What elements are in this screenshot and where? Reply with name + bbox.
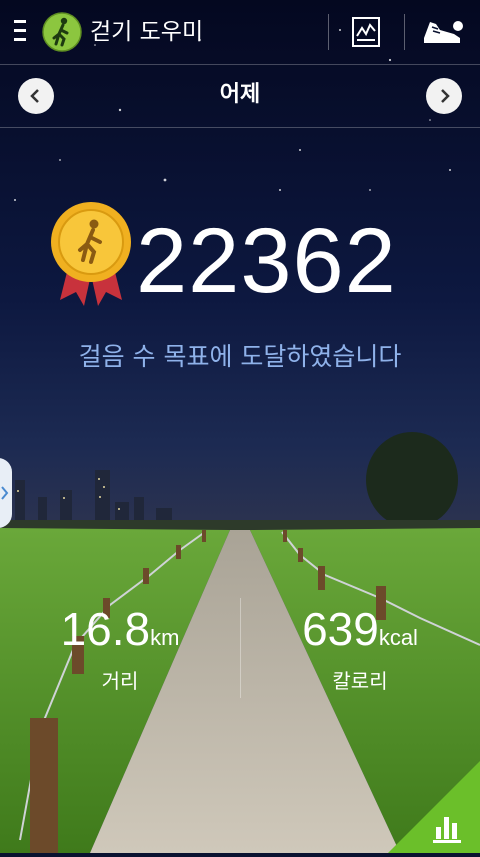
calories-label: 칼로리 <box>332 669 388 693</box>
distance-value: 16.8 <box>60 603 151 655</box>
goal-message: 걸음 수 목표에 도달하였습니다 <box>78 342 402 371</box>
gold-medal-icon <box>48 200 134 310</box>
chevron-right-icon <box>441 89 450 103</box>
step-count: 22362 <box>136 210 397 312</box>
toolbar-divider <box>328 14 329 50</box>
stats-divider <box>240 598 241 698</box>
calories-stat: 639kcal 칼로리 <box>280 602 440 695</box>
chart-button[interactable] <box>388 761 480 853</box>
menu-icon[interactable] <box>8 16 28 46</box>
sneaker-icon <box>424 21 463 43</box>
toolbar-divider <box>404 14 405 50</box>
next-day-button[interactable] <box>426 78 462 114</box>
side-drawer-handle[interactable] <box>0 458 12 528</box>
distance-unit: km <box>150 625 180 650</box>
app-title: 걷기 도우미 <box>90 19 204 45</box>
calories-value-row: 639kcal <box>280 602 440 665</box>
distance-label: 거리 <box>101 669 139 693</box>
chevron-right-icon <box>1 486 9 500</box>
app-bar: 걷기 도우미 <box>0 0 480 65</box>
report-button[interactable] <box>336 10 396 54</box>
date-navigation: 어제 <box>0 64 480 128</box>
report-chart-icon <box>352 17 380 47</box>
date-label: 어제 <box>219 82 261 107</box>
walking-person-icon <box>42 12 82 52</box>
calories-value: 639 <box>302 603 379 655</box>
calories-unit: kcal <box>378 625 418 650</box>
sneaker-button[interactable] <box>412 10 472 54</box>
distance-value-row: 16.8km <box>40 602 200 665</box>
distance-stat: 16.8km 거리 <box>40 602 200 695</box>
